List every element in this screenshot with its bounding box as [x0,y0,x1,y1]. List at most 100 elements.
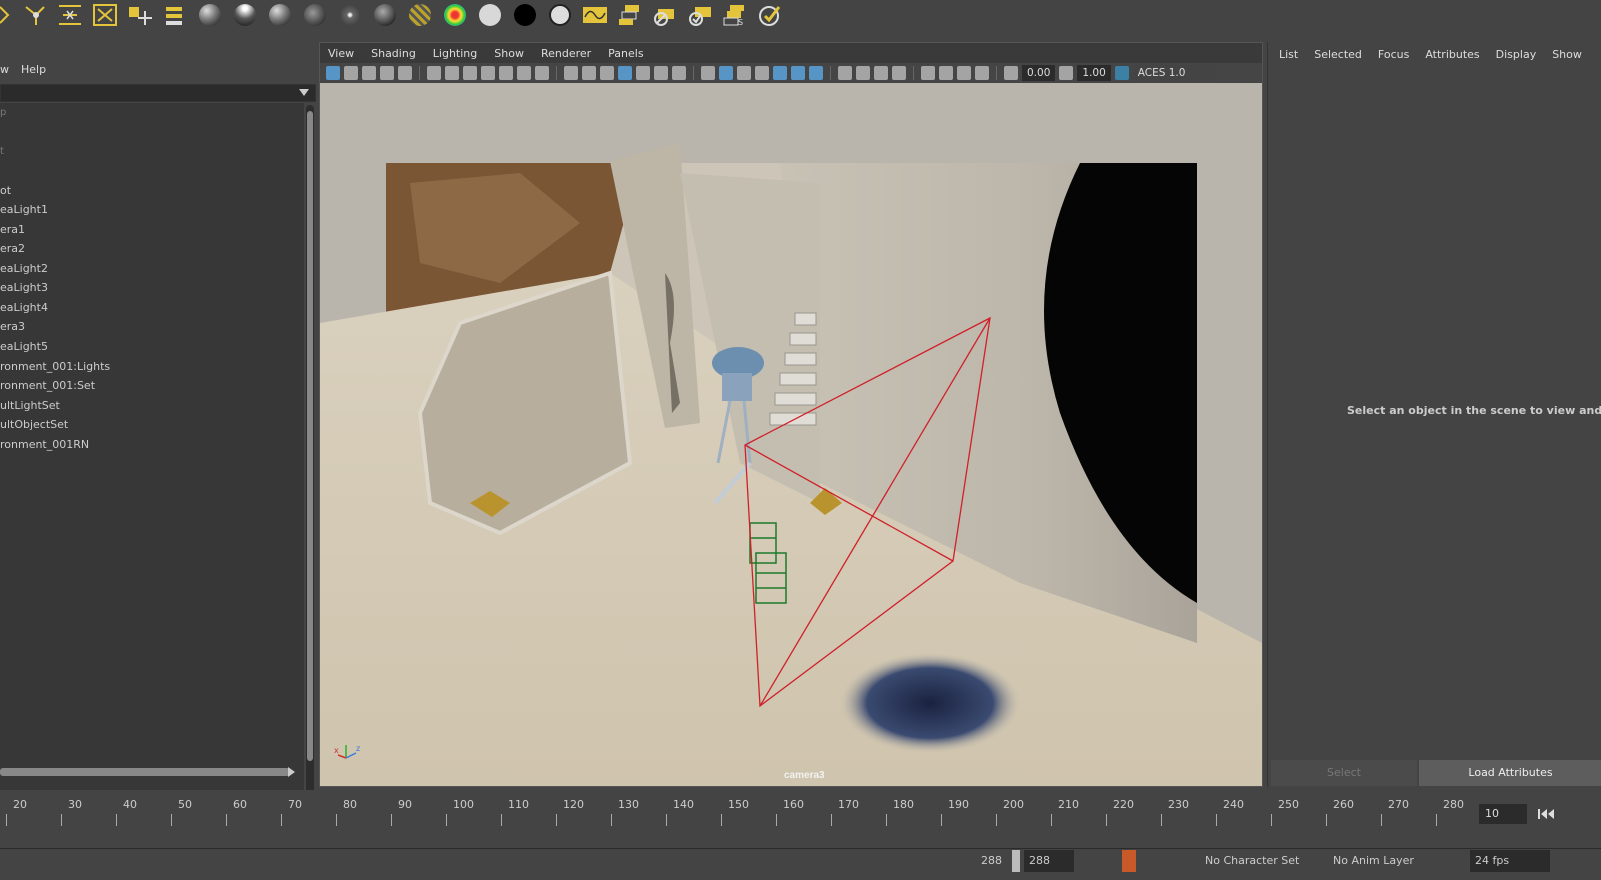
list-item[interactable]: era2 [0,239,25,259]
auto-key-icon[interactable] [1122,850,1136,872]
list-item[interactable]: eaLight1 [0,200,48,220]
list-item[interactable]: p [0,103,6,123]
list-item[interactable]: ronment_001:Set [0,376,95,396]
camera-icon[interactable] [427,66,441,80]
black-circle-icon[interactable] [511,2,539,28]
3d-viewport[interactable]: x z camera3 [320,83,1262,786]
list-item[interactable]: ronment_001RN [0,435,89,455]
field-chart-icon[interactable] [636,66,650,80]
motion-blur-icon[interactable] [838,66,852,80]
safe-action-icon[interactable] [654,66,668,80]
anim-layer-dropdown[interactable]: No Anim Layer [1328,850,1428,872]
range-handle[interactable] [1012,850,1020,872]
menu-show[interactable]: Show [494,47,524,60]
list-item[interactable]: era1 [0,220,25,240]
isolate-select-icon[interactable] [892,66,906,80]
use-all-lights-icon[interactable] [773,66,787,80]
list-item[interactable]: ot [0,181,11,201]
resolution-gate-icon[interactable] [600,66,614,80]
outliner-menu-help[interactable]: Help [21,63,46,76]
exposure-icon[interactable] [1004,66,1018,80]
character-set-dropdown[interactable]: No Character Set [1200,850,1300,872]
multisample-icon[interactable] [856,66,870,80]
view-transform-field[interactable]: ACES 1.0 SDR-vi [1132,65,1215,95]
layer-icon-3[interactable] [686,2,714,28]
shadows-icon[interactable] [791,66,805,80]
ae-menu-selected[interactable]: Selected [1314,48,1362,61]
gate-mask-icon[interactable] [618,66,632,80]
snap-icon[interactable] [91,2,119,28]
list-item[interactable]: ultLightSet [0,396,60,416]
bookmark-flag-icon[interactable] [481,66,495,80]
color-wheel-icon[interactable] [441,2,469,28]
snap-camera-icon[interactable] [517,66,531,80]
menu-view[interactable]: View [328,47,354,60]
pencil-icon[interactable] [535,66,549,80]
2d-pan-icon[interactable] [398,66,412,80]
ae-menu-attributes[interactable]: Attributes [1425,48,1479,61]
range-end-field[interactable]: 288 [960,850,1008,872]
attribute-icon[interactable] [161,2,189,28]
render-icon[interactable] [756,2,784,28]
striped-sphere-icon[interactable] [406,2,434,28]
smooth-shade-icon[interactable] [719,66,733,80]
gamma-field[interactable]: 1.00 [1077,65,1111,81]
menu-renderer[interactable]: Renderer [541,47,591,60]
list-item[interactable]: eaLight3 [0,278,48,298]
lock-camera-icon[interactable] [445,66,459,80]
bookmark-icon[interactable] [362,66,376,80]
sphere-icon-3[interactable] [266,2,294,28]
select-button[interactable]: Select [1271,760,1417,786]
layer-icon-2[interactable] [651,2,679,28]
outliner-horizontal-scrollbar[interactable] [0,768,290,776]
sphere-icon-4[interactable] [301,2,329,28]
layer-icon-1[interactable] [616,2,644,28]
image-plane-icon[interactable] [380,66,394,80]
ambient-occlusion-icon[interactable] [809,66,823,80]
current-frame-field[interactable]: 10 [1479,804,1527,824]
go-to-start-button[interactable] [1537,804,1557,824]
list-item[interactable]: ultObjectSet [0,415,68,435]
list-item[interactable]: eaLight2 [0,259,48,279]
list-item[interactable]: eaLight5 [0,337,48,357]
wireframe-icon[interactable] [701,66,715,80]
menu-panels[interactable]: Panels [608,47,643,60]
color-management-icon[interactable] [1114,66,1129,80]
camera-attributes-icon[interactable] [344,66,358,80]
white-circle-outline-icon[interactable] [546,2,574,28]
wireframe-on-shaded-icon[interactable] [737,66,751,80]
outliner-menu-window[interactable]: w [0,63,9,76]
ae-menu-focus[interactable]: Focus [1378,48,1409,61]
scroll-right-arrow-icon[interactable] [288,767,296,777]
load-attributes-button[interactable]: Load Attributes [1419,760,1601,786]
list-item[interactable]: eaLight4 [0,298,48,318]
grid-icon[interactable] [564,66,578,80]
scrollbar-thumb[interactable] [307,111,313,761]
ae-menu-display[interactable]: Display [1496,48,1537,61]
grease-pencil-icon[interactable] [499,66,513,80]
graph-editor-icon[interactable] [581,2,609,28]
animation-end-field[interactable]: 288 [1024,850,1074,872]
textured-icon[interactable] [755,66,769,80]
exposure-field[interactable]: 0.00 [1022,65,1056,81]
fps-dropdown[interactable]: 24 fps [1470,850,1550,872]
film-gate-icon[interactable] [463,66,477,80]
select-camera-icon[interactable] [326,66,340,80]
gamma-icon[interactable] [1059,66,1074,80]
film-gate-toggle-icon[interactable] [582,66,596,80]
list-item[interactable]: ronment_001:Lights [0,357,110,377]
safe-title-icon[interactable] [672,66,686,80]
depth-of-field-icon[interactable] [874,66,888,80]
menu-shading[interactable]: Shading [371,47,416,60]
pivot-icon[interactable] [126,2,154,28]
white-circle-icon[interactable] [476,2,504,28]
xray-components-icon[interactable] [957,66,971,80]
lasso-tool-icon[interactable] [21,2,49,28]
outliner-vertical-scrollbar[interactable] [306,105,314,805]
outliner-filter-field[interactable] [0,84,316,102]
xray-joints-icon[interactable] [939,66,953,80]
ae-menu-show[interactable]: Show [1552,48,1582,61]
sphere-icon-6[interactable] [371,2,399,28]
sphere-icon-5[interactable] [336,2,364,28]
list-item[interactable]: t [0,142,4,162]
